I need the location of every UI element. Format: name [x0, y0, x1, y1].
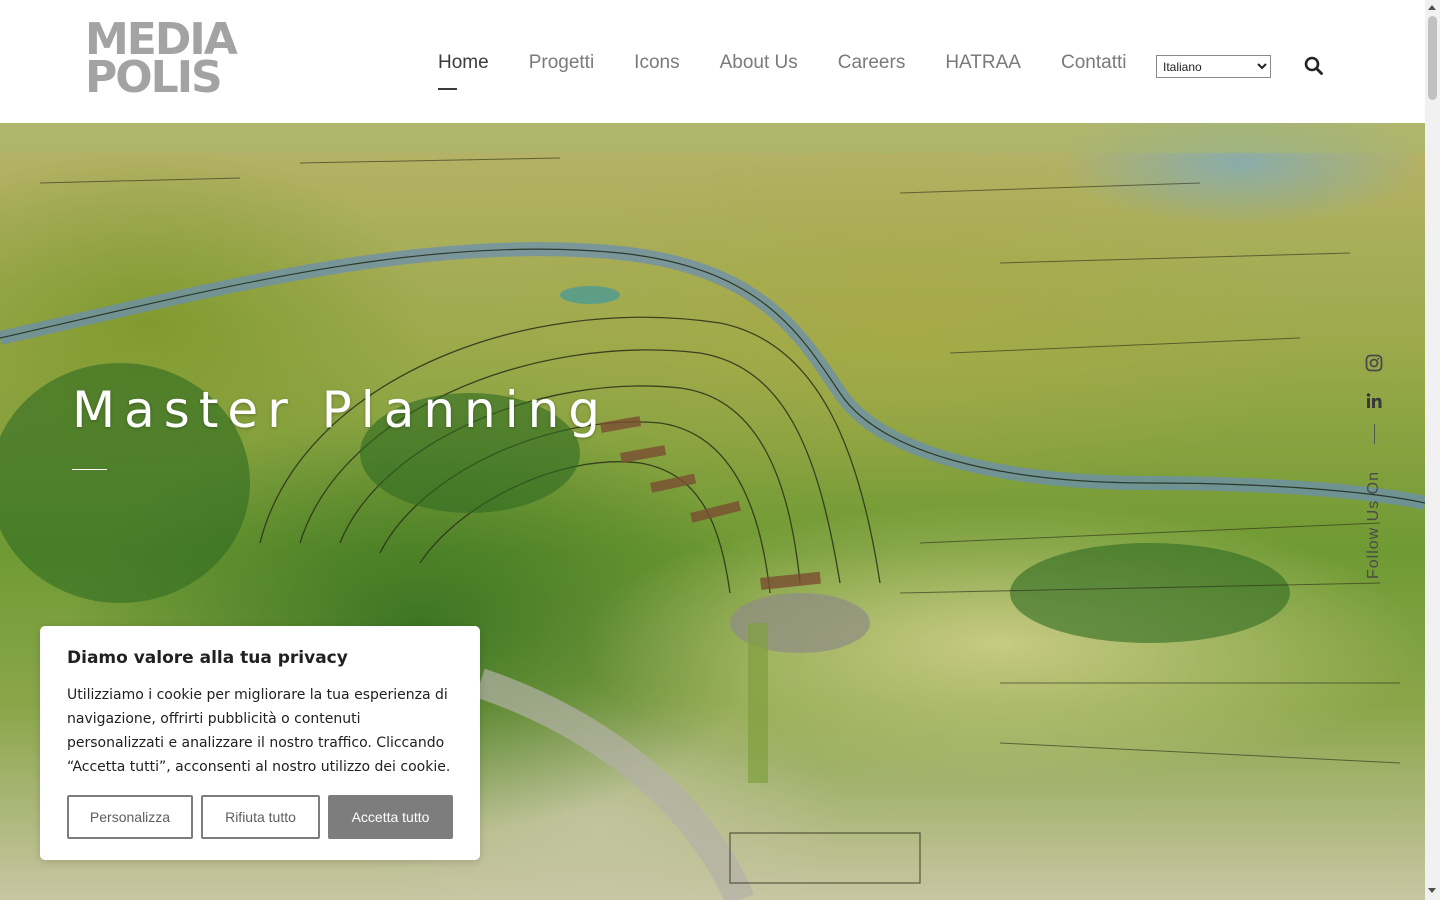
nav-progetti[interactable]: Progetti [529, 52, 594, 82]
nav-contatti[interactable]: Contatti [1061, 52, 1126, 82]
mediapolis-logo[interactable]: MEDIA POLIS [85, 18, 245, 103]
nav-careers[interactable]: Careers [838, 52, 906, 82]
instagram-link[interactable] [1365, 354, 1383, 372]
instagram-icon [1365, 354, 1383, 372]
accept-all-button[interactable]: Accetta tutto [328, 795, 453, 839]
cookie-consent-banner: Diamo valore alla tua privacy Utilizziam… [40, 626, 480, 860]
follow-us-label: Follow Us On [1365, 470, 1382, 580]
language-select[interactable]: Italiano [1156, 55, 1271, 78]
search-button[interactable] [1303, 55, 1325, 77]
cookie-banner-text: Utilizziamo i cookie per migliorare la t… [67, 687, 451, 775]
customize-cookies-button[interactable]: Personalizza [67, 795, 193, 839]
scroll-up-arrow-icon[interactable] [1428, 5, 1436, 10]
logo-line-2: POLIS [85, 52, 223, 103]
linkedin-icon [1366, 393, 1382, 408]
reject-all-button[interactable]: Rifiuta tutto [201, 795, 320, 839]
social-separator [1374, 424, 1375, 444]
scrollbar-thumb[interactable] [1428, 16, 1437, 100]
page-scrollbar[interactable] [1425, 0, 1440, 900]
nav-home[interactable]: Home [438, 52, 489, 90]
hero-title: Master Planning [72, 381, 610, 439]
nav-about-us[interactable]: About Us [720, 52, 798, 82]
search-icon [1304, 56, 1323, 75]
site-header: MEDIA POLIS Home Progetti Icons About Us… [0, 0, 1425, 123]
nav-icons[interactable]: Icons [634, 52, 679, 82]
cookie-banner-title: Diamo valore alla tua privacy [67, 648, 348, 668]
hero-title-underline [72, 469, 107, 470]
nav-hatraa[interactable]: HATRAA [945, 52, 1021, 82]
main-nav: Home Progetti Icons About Us Careers HAT… [438, 52, 1166, 90]
linkedin-link[interactable] [1365, 392, 1383, 410]
scroll-down-arrow-icon[interactable] [1428, 888, 1436, 893]
social-follow-bar: Follow Us On [1354, 348, 1394, 588]
